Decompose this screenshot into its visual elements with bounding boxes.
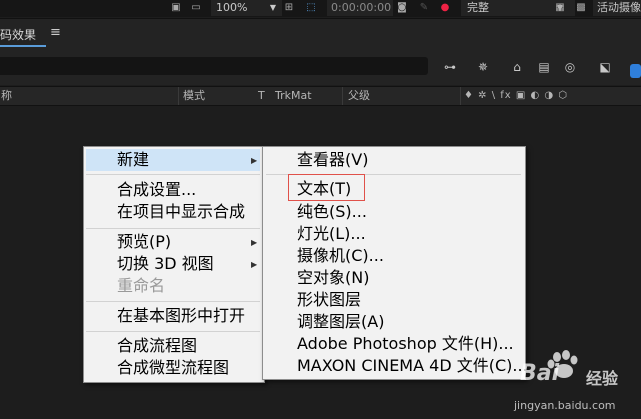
watermark-brand: Bai <box>520 361 560 386</box>
shy-layers-icon[interactable]: ⌂ <box>509 59 525 75</box>
submenu-item-viewer[interactable]: 查看器(V) <box>297 149 368 171</box>
show-snapshot-icon[interactable]: ✎ <box>418 2 430 14</box>
camera-dropdown[interactable]: 活动摄像 <box>593 0 641 16</box>
timeline-tab-row: 编码效果 ≡ <box>0 18 641 51</box>
active-tab-indicator <box>0 45 46 47</box>
watermark-url: jingyan.baidu.com <box>514 399 616 412</box>
menu-item-switch-3d-view[interactable]: 切换 3D 视图 <box>117 253 214 275</box>
menu-item-comp-mini-flowchart[interactable]: 合成微型流程图 <box>117 357 229 379</box>
comp-flowchart-icon[interactable]: ⊶ <box>442 59 458 75</box>
frame-blending-icon[interactable]: ▤ <box>536 59 552 75</box>
submenu-arrow-icon: ▶ <box>251 156 258 165</box>
column-divider <box>342 87 343 105</box>
menu-item-comp-flowchart[interactable]: 合成流程图 <box>117 335 197 357</box>
submenu-item-null-object[interactable]: 空对象(N) <box>297 267 369 289</box>
menu-item-preview[interactable]: 预览(P) <box>117 231 171 253</box>
menu-item-comp-settings[interactable]: 合成设置... <box>117 179 196 201</box>
timeline-search-row: ⊶ ✵ ⌂ ▤ ◎ ⬕ <box>0 51 641 85</box>
menu-separator <box>86 331 260 332</box>
region-of-interest-icon[interactable]: ⬚ <box>305 2 317 14</box>
submenu-arrow-icon: ▶ <box>251 238 258 247</box>
snapshot-region-icon[interactable]: ▣ <box>170 2 182 14</box>
column-t[interactable]: T <box>258 87 265 105</box>
menu-item-open-in-essential-graphics[interactable]: 在基本图形中打开 <box>117 305 245 327</box>
panel-menu-icon[interactable]: ≡ <box>50 25 61 40</box>
menu-separator <box>86 228 260 229</box>
menu-item-rename: 重命名 <box>117 276 166 295</box>
camera-snapshot-icon[interactable]: ◙ <box>396 2 408 14</box>
zoom-dropdown[interactable]: 100% ▼ <box>211 0 282 16</box>
viewer-toolbar: ▣ ▭ 100% ▼ ⊞ ⬚ 0:00:00:00 ◙ ✎ ● 完整 ▼ ▦ ▩… <box>0 0 641 17</box>
layer-column-header: 名称 模式 T TrkMat 父级 ♦ ✲ \ fx ▣ ◐ ◑ ⬡ <box>0 86 641 106</box>
column-divider <box>178 87 179 105</box>
submenu-item-light[interactable]: 灯光(L)... <box>297 223 366 245</box>
watermark-brand-cn: 经验 <box>586 369 619 388</box>
column-mode[interactable]: 模式 <box>183 87 205 105</box>
menu-item-highlight <box>86 149 260 171</box>
submenu-arrow-icon: ▶ <box>251 260 258 269</box>
timecode-value: 0:00:00:00 <box>331 1 392 14</box>
submenu-item-camera[interactable]: 摄像机(C)... <box>297 245 384 267</box>
resolution-value: 完整 <box>467 1 489 14</box>
column-trkmat[interactable]: TrkMat <box>275 87 312 105</box>
column-name[interactable]: 名称 <box>0 87 12 105</box>
chevron-down-icon: ▼ <box>269 3 276 12</box>
submenu-item-cinema4d-file[interactable]: MAXON CINEMA 4D 文件(C)... <box>297 355 528 377</box>
menu-item-new[interactable]: 新建 <box>117 149 149 171</box>
annotation-box <box>288 174 365 201</box>
column-switches[interactable]: ♦ ✲ \ fx ▣ ◐ ◑ ⬡ <box>464 87 568 105</box>
submenu-item-photoshop-file[interactable]: Adobe Photoshop 文件(H)... <box>297 333 514 355</box>
timecode-display[interactable]: 0:00:00:00 <box>327 0 393 16</box>
transparency-grid-icon[interactable]: ▩ <box>575 2 587 14</box>
grid-icon[interactable]: ⊞ <box>283 2 295 14</box>
layer-search-input[interactable] <box>0 57 428 75</box>
column-divider <box>460 87 461 105</box>
menu-item-reveal-in-project[interactable]: 在项目中显示合成 <box>117 201 245 223</box>
monitor-icon[interactable]: ▭ <box>190 2 202 14</box>
submenu-item-solid[interactable]: 纯色(S)... <box>297 201 367 223</box>
motion-blur-icon[interactable]: ◎ <box>562 59 578 75</box>
graph-editor-icon[interactable]: ⬕ <box>597 59 613 75</box>
menu-separator <box>86 301 260 302</box>
camera-value: 活动摄像 <box>597 1 641 14</box>
baidu-watermark: Bai 经验 jingyan.baidu.com <box>514 345 635 417</box>
submenu-item-adjustment-layer[interactable]: 调整图层(A) <box>297 311 384 333</box>
region-toggle-icon[interactable]: ▦ <box>554 2 566 14</box>
tab-composition[interactable]: 编码效果 <box>0 26 36 43</box>
draft-3d-icon[interactable]: ✵ <box>475 59 491 75</box>
column-parent[interactable]: 父级 <box>348 87 370 105</box>
menu-separator <box>86 174 260 175</box>
zoom-value: 100% <box>216 1 248 14</box>
submenu-item-shape-layer[interactable]: 形状图层 <box>297 289 361 311</box>
work-area-start-handle[interactable] <box>630 64 641 78</box>
color-channel-icon[interactable]: ● <box>439 2 451 14</box>
